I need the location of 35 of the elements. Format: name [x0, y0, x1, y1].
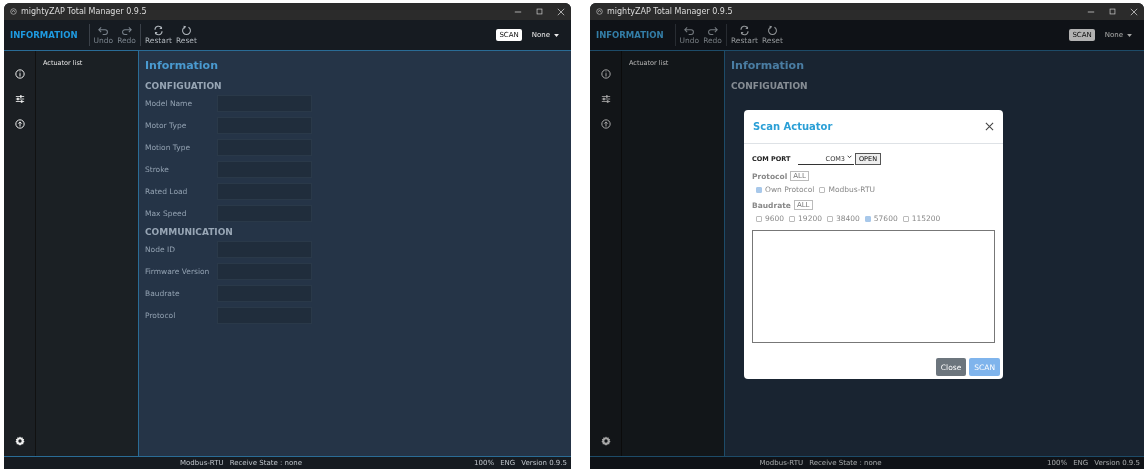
page-title: Information: [145, 59, 218, 72]
refresh-icon: [152, 25, 164, 36]
section-title: INFORMATION: [596, 30, 665, 40]
dialog-title: Scan Actuator: [753, 121, 833, 132]
undo-icon: [97, 25, 109, 36]
caret-icon: [554, 33, 559, 37]
circular-arrow-icon: [766, 25, 778, 36]
section-title: INFORMATION: [10, 30, 79, 40]
page-title: Information: [731, 59, 804, 72]
settings-icon[interactable]: [14, 436, 25, 446]
caret-icon: [1127, 33, 1132, 37]
sliders-icon[interactable]: [600, 94, 611, 104]
window-title: mightyZAP Total Manager 0.9.5: [607, 7, 733, 16]
app-logo-icon: [10, 8, 17, 15]
section-heading: CONFIGUATION: [731, 81, 808, 91]
maximize-icon[interactable]: [1109, 8, 1116, 15]
upload-icon[interactable]: [600, 119, 611, 129]
settings-icon[interactable]: [600, 436, 611, 446]
redo-icon: [121, 25, 133, 36]
redo-icon: [707, 25, 719, 36]
upload-icon[interactable]: [14, 119, 25, 129]
app-logo-icon: [596, 8, 603, 15]
section-heading: CONFIGUATION: [145, 81, 222, 91]
sliders-icon[interactable]: [14, 94, 25, 104]
window-title: mightyZAP Total Manager 0.9.5: [21, 7, 147, 16]
chevron-down-icon: [847, 154, 852, 159]
info-icon[interactable]: [600, 69, 611, 79]
undo-icon: [683, 25, 695, 36]
refresh-icon: [738, 25, 750, 36]
info-icon[interactable]: [14, 69, 25, 79]
section-heading: COMMUNICATION: [145, 227, 233, 237]
circular-arrow-icon: [180, 25, 192, 36]
close-icon[interactable]: [985, 122, 994, 131]
maximize-icon[interactable]: [536, 8, 543, 15]
log-text-area[interactable]: [752, 230, 995, 343]
